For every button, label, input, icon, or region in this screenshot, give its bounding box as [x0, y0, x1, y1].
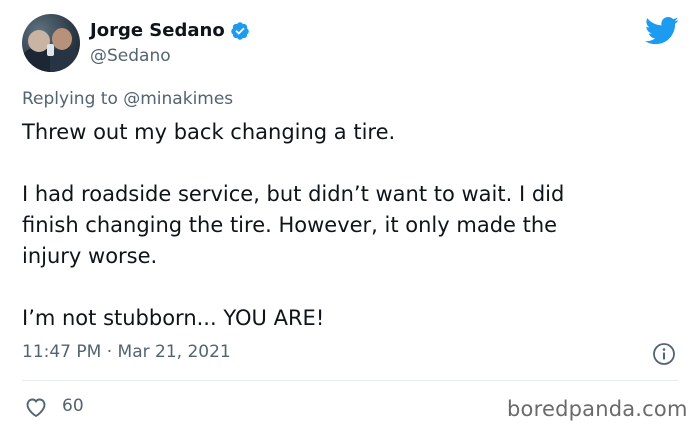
- tweet-text-line: I had roadside service, but didn’t want …: [22, 182, 565, 206]
- avatar-figure-head: [52, 28, 72, 50]
- like-count[interactable]: 60: [62, 396, 84, 416]
- reply-context: Replying to @minakimes: [22, 89, 233, 109]
- watermark: boredpanda.com: [507, 397, 688, 421]
- verified-badge-icon: [230, 21, 249, 40]
- author-name-row[interactable]: Jorge Sedano: [90, 20, 250, 41]
- tweet-timestamp[interactable]: 11:47 PM · Mar 21, 2021: [22, 342, 231, 362]
- info-icon[interactable]: [652, 342, 676, 366]
- heart-icon[interactable]: [24, 396, 48, 418]
- author-handle[interactable]: @Sedano: [90, 46, 171, 66]
- tweet-text-line: I’m not stubborn... YOU ARE!: [22, 306, 325, 330]
- reply-prefix: Replying to: [22, 89, 118, 109]
- avatar-figure: [50, 47, 80, 72]
- author-display-name[interactable]: Jorge Sedano: [90, 20, 225, 41]
- tweet-text: Threw out my back changing a tire. I had…: [22, 117, 682, 334]
- avatar-microphone: [47, 44, 54, 56]
- tweet-text-line: Threw out my back changing a tire.: [22, 120, 396, 144]
- twitter-bird-icon[interactable]: [645, 16, 679, 46]
- avatar[interactable]: [22, 14, 80, 72]
- reply-mention-link[interactable]: @minakimes: [123, 89, 233, 109]
- divider: [22, 380, 678, 381]
- tweet-text-line: finish changing the tire. However, it on…: [22, 213, 558, 237]
- tweet-text-line: injury worse.: [22, 244, 158, 268]
